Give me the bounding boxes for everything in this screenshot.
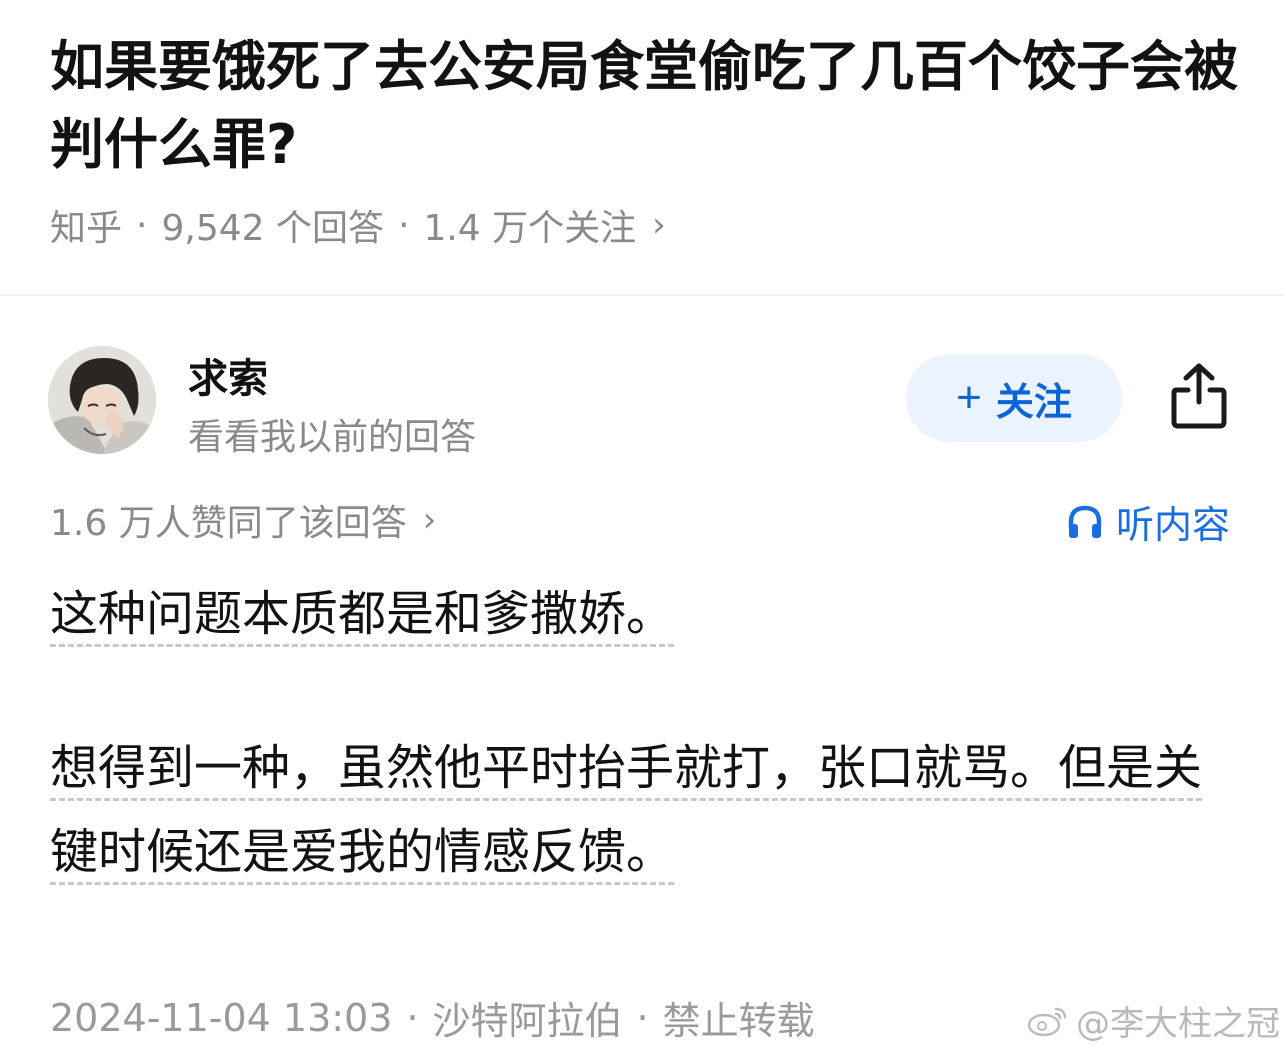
- separator-dot: ·: [397, 204, 410, 246]
- listen-button[interactable]: 听内容: [1066, 494, 1230, 549]
- answer-paragraph: 想得到一种，虽然他平时抬手就打，张口就骂。但是关键时候还是爱我的情感反馈。: [50, 726, 1230, 894]
- copyright-note: 禁止转载: [662, 999, 815, 1043]
- follow-label: 关注: [995, 381, 1072, 424]
- listen-label: 听内容: [1116, 503, 1231, 547]
- answer-paragraph: 这种问题本质都是和爹撒娇。: [50, 572, 1230, 656]
- headphone-icon: [1068, 505, 1102, 538]
- answer-footer-meta: 2024-11-04 13:03 · 沙特阿拉伯 · 禁止转载: [50, 990, 815, 1045]
- section-divider: [0, 294, 1284, 296]
- question-title[interactable]: 如果要饿死了去公安局食堂偷吃了几百个饺子会被判什么罪?: [50, 28, 1240, 184]
- separator-dot: ·: [636, 995, 649, 1040]
- watermark: @李大柱之冠: [1026, 996, 1280, 1045]
- separator-dot: ·: [136, 204, 148, 246]
- ip-location: 沙特阿拉伯: [432, 999, 623, 1043]
- watermark-text: @李大柱之冠: [1076, 1004, 1280, 1044]
- vote-count: 1.6 万人赞同了该回答: [50, 503, 407, 544]
- weibo-logo-icon: [1027, 1007, 1067, 1036]
- vote-info[interactable]: 1.6 万人赞同了该回答 ›: [50, 494, 436, 546]
- follow-button[interactable]: + 关注: [906, 354, 1122, 442]
- share-icon[interactable]: [1166, 360, 1232, 430]
- question-meta[interactable]: 知乎 · 9,542 个回答 · 1.4 万个关注 ›: [50, 200, 666, 250]
- answers-count: 9,542 个回答: [161, 208, 384, 249]
- plus-icon: +: [956, 373, 982, 422]
- author-name[interactable]: 求索: [188, 346, 268, 404]
- author-bio[interactable]: 看看我以前的回答: [188, 408, 476, 460]
- followers-count: 1.4 万个关注: [423, 208, 637, 249]
- avatar-illustration: [48, 346, 156, 454]
- separator-dot: ·: [406, 995, 419, 1040]
- source-label: 知乎: [50, 208, 123, 249]
- chevron-right-icon: ›: [652, 205, 666, 245]
- timestamp: 2024-11-04 13:03: [50, 995, 393, 1040]
- chevron-right-icon: ›: [422, 500, 437, 540]
- avatar[interactable]: [48, 346, 156, 454]
